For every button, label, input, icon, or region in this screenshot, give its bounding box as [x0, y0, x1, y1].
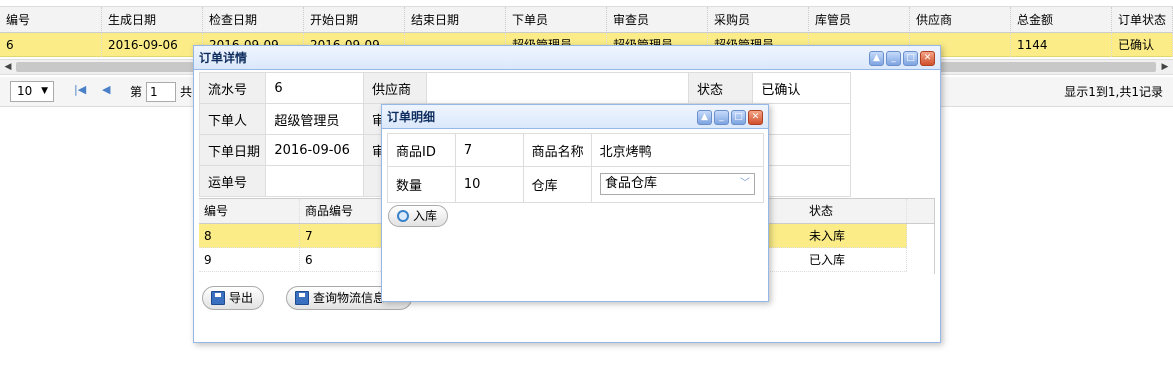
search-icon [397, 210, 409, 222]
col-header[interactable]: 检查日期 [203, 7, 304, 33]
goods-name-value: 北京烤鸭 [590, 133, 765, 167]
col-header[interactable]: 下单员 [506, 7, 607, 33]
col-header[interactable]: 采购员 [708, 7, 809, 33]
cell: 2016-09-06 [102, 33, 203, 57]
status-value: 已确认 [752, 72, 851, 104]
col-header[interactable]: 生成日期 [102, 7, 203, 33]
order-date-value: 2016-09-06 [265, 134, 364, 166]
collapse-icon[interactable]: ▲ [697, 110, 712, 125]
chevron-down-icon: ▼ [41, 86, 48, 96]
close-icon[interactable]: ✕ [748, 110, 763, 125]
scroll-left-icon[interactable]: ◀ [0, 60, 16, 74]
cell: 9 [199, 248, 300, 271]
page-size-select[interactable]: 10 ▼ [10, 81, 54, 102]
scroll-right-icon[interactable]: ▶ [1157, 60, 1173, 74]
goods-id-label: 商品ID [387, 133, 456, 167]
supplier-label: 供应商 [362, 72, 428, 104]
status-label: 状态 [687, 72, 754, 104]
col-header[interactable]: 库管员 [809, 7, 910, 33]
chevron-down-icon: ﹀ [740, 178, 750, 189]
orderer-label: 下单人 [198, 103, 267, 135]
cell: 1144 [1011, 33, 1112, 57]
page-input[interactable]: 1 [146, 82, 176, 102]
order-item-window: 订单明细 ▲ _ □ ✕ 商品ID 7 商品名称 北京烤鸭 数量 10 仓库 食品仓库… [381, 104, 769, 302]
col-header[interactable]: 总金额 [1011, 7, 1112, 33]
store-select[interactable]: 食品仓库 ﹀ [600, 173, 755, 195]
export-button[interactable]: 导出 [202, 286, 265, 310]
first-page-icon[interactable]: |◀ [74, 83, 86, 96]
col-header[interactable]: 状态 [804, 199, 907, 223]
col-header[interactable]: 订单状态 [1112, 7, 1173, 33]
cell: 已确认 [1112, 33, 1173, 57]
waybill-value [265, 165, 364, 197]
page-of-label: 共 [180, 85, 193, 99]
cell: 8 [199, 224, 300, 247]
supplier-value [426, 72, 689, 104]
qty-label: 数量 [387, 166, 456, 203]
logistics-label: 查询物流信息 [313, 291, 386, 305]
serial-value: 6 [265, 72, 364, 104]
orderer-value: 超级管理员 [265, 103, 364, 135]
maximize-icon[interactable]: □ [731, 110, 746, 125]
col-header[interactable]: 审查员 [607, 7, 708, 33]
waybill-label: 运单号 [198, 165, 267, 197]
collapse-icon[interactable]: ▲ [869, 51, 884, 66]
col-header[interactable]: 编号 [199, 199, 300, 223]
goods-id-value: 7 [454, 133, 524, 167]
export-label: 导出 [229, 291, 254, 305]
store-value: 食品仓库 [605, 176, 658, 191]
cell: 未入库 [804, 224, 907, 247]
inbound-button[interactable]: 入库 [388, 205, 449, 227]
cell: 已入库 [804, 248, 907, 271]
col-header[interactable]: 编号 [0, 7, 102, 33]
window-title[interactable]: 订单详情 [194, 46, 940, 70]
page-info: 显示1到1,共1记录 [1064, 85, 1163, 99]
prev-page-icon[interactable]: ◀ [102, 83, 110, 96]
close-icon[interactable]: ✕ [920, 51, 935, 66]
main-grid-header: 编号 生成日期 检查日期 开始日期 结束日期 下单员 审查员 采购员 库管员 供… [0, 6, 1173, 33]
page-label: 第 [130, 85, 143, 99]
grid-border [934, 198, 935, 274]
qty-value: 10 [454, 166, 524, 203]
maximize-icon[interactable]: □ [903, 51, 918, 66]
inbound-label: 入库 [413, 209, 438, 223]
window-tools: ▲ _ □ ✕ [695, 110, 763, 126]
cell: 6 [0, 33, 102, 57]
order-date-label: 下单日期 [198, 134, 267, 166]
save-icon [211, 291, 225, 305]
col-header[interactable]: 开始日期 [304, 7, 405, 33]
minimize-icon[interactable]: _ [886, 51, 901, 66]
col-header[interactable]: 结束日期 [405, 7, 506, 33]
save-icon [295, 291, 309, 305]
store-label: 仓库 [522, 166, 592, 203]
col-header[interactable]: 供应商 [910, 7, 1011, 33]
minimize-icon[interactable]: _ [714, 110, 729, 125]
window-tools: ▲ _ □ ✕ [867, 51, 935, 67]
goods-name-label: 商品名称 [522, 133, 592, 167]
serial-label: 流水号 [198, 72, 267, 104]
page-size-value: 10 [17, 84, 33, 98]
